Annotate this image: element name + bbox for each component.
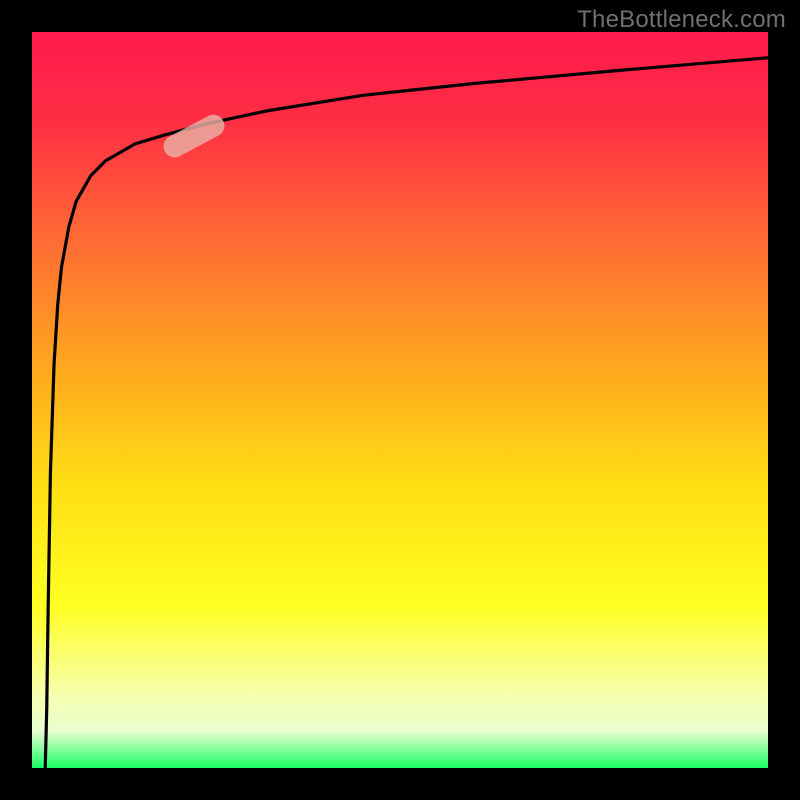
frame-bottom	[0, 768, 800, 800]
frame-left	[0, 0, 32, 800]
frame-right	[768, 0, 800, 800]
curve-line	[32, 32, 768, 768]
watermark-text: TheBottleneck.com	[577, 6, 786, 34]
plot-area	[32, 32, 768, 768]
